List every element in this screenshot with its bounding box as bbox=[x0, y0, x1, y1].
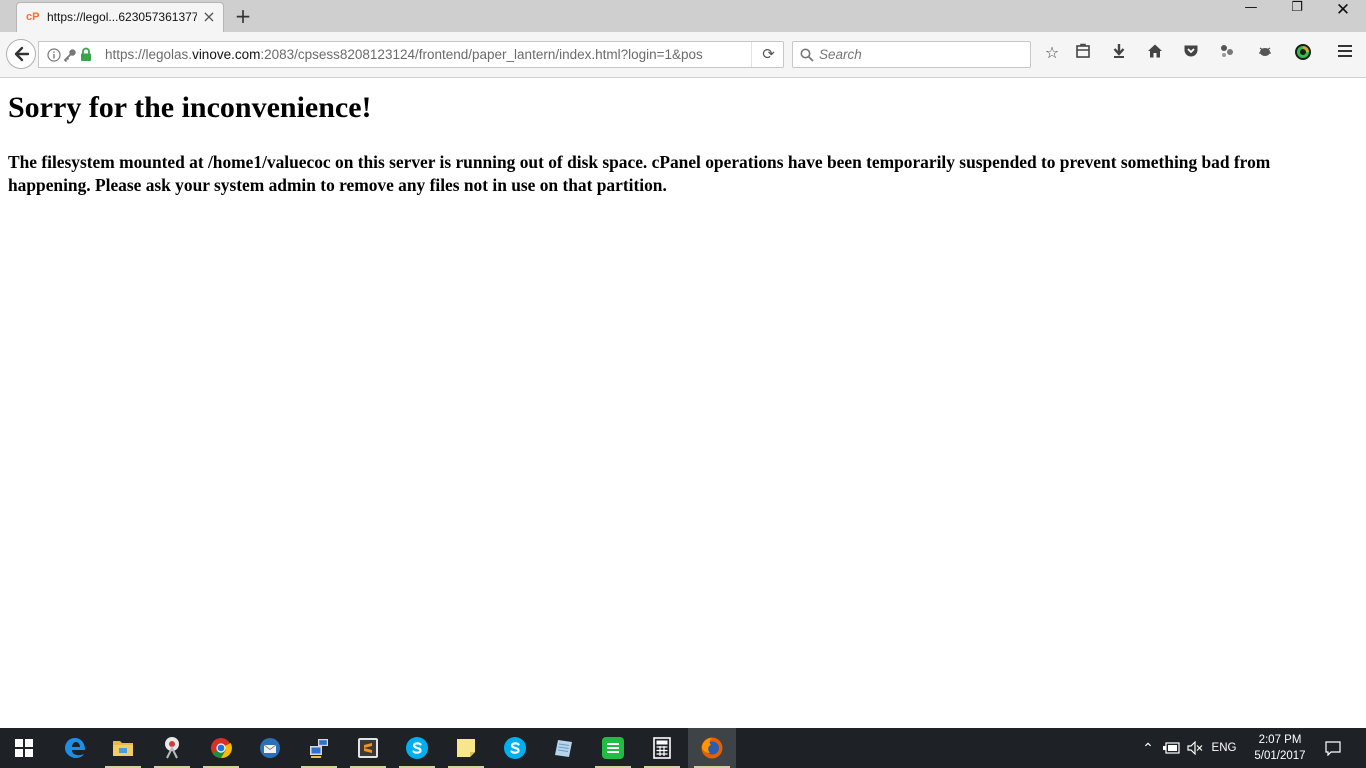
firefox-app-button[interactable] bbox=[688, 728, 736, 768]
skype-business-app-button[interactable] bbox=[491, 728, 539, 768]
edge-app-button[interactable] bbox=[51, 728, 99, 768]
search-placeholder: Search bbox=[819, 47, 862, 62]
sublime-text-app-button[interactable] bbox=[344, 728, 392, 768]
green-s-app-icon bbox=[602, 737, 624, 759]
back-arrow-icon bbox=[14, 46, 30, 62]
snipping-tool-app-button[interactable] bbox=[148, 728, 196, 768]
network-computer-icon bbox=[310, 739, 328, 758]
bookmarks-menu-icon[interactable] bbox=[1072, 43, 1094, 65]
skype-app-button[interactable] bbox=[393, 728, 441, 768]
windows-logo-icon bbox=[15, 739, 33, 757]
volume-muted-icon[interactable] bbox=[1184, 728, 1206, 768]
start-button[interactable] bbox=[0, 728, 48, 768]
back-button[interactable] bbox=[6, 39, 36, 69]
new-tab-button[interactable]: + bbox=[232, 4, 254, 28]
clock-date: 5/01/2017 bbox=[1254, 750, 1306, 762]
page-content: Sorry for the inconvenience! The filesys… bbox=[0, 79, 1366, 728]
pocket-icon[interactable] bbox=[1180, 43, 1202, 65]
downloads-icon[interactable] bbox=[1108, 43, 1130, 65]
clock-time: 2:07 PM bbox=[1258, 734, 1302, 746]
spreadsheet-app-button[interactable] bbox=[589, 728, 637, 768]
cpanel-favicon-icon: cP bbox=[26, 11, 40, 23]
show-hidden-icons-icon[interactable]: ⌃ bbox=[1137, 728, 1159, 768]
tray-battery-icon[interactable] bbox=[1159, 728, 1183, 768]
home-icon[interactable] bbox=[1144, 43, 1166, 65]
chrome-icon bbox=[211, 738, 232, 759]
scissors-icon bbox=[165, 737, 179, 759]
thunderbird-app-button[interactable] bbox=[246, 728, 294, 768]
page-heading: Sorry for the inconvenience! bbox=[8, 91, 372, 124]
action-center-icon[interactable] bbox=[1320, 728, 1346, 768]
sublime-text-icon bbox=[358, 738, 378, 758]
remote-desktop-app-button[interactable] bbox=[295, 728, 343, 768]
thunderbird-icon bbox=[260, 738, 280, 758]
file-explorer-app-button[interactable] bbox=[99, 728, 147, 768]
language-indicator[interactable]: ENG bbox=[1208, 728, 1240, 768]
reload-icon[interactable]: ⟳ bbox=[751, 42, 785, 67]
color-picker-extension-icon[interactable] bbox=[1292, 43, 1314, 65]
chrome-app-button[interactable] bbox=[197, 728, 245, 768]
extension-icon[interactable] bbox=[1216, 43, 1238, 65]
taskbar-clock[interactable]: 2:07 PM 5/01/2017 bbox=[1244, 732, 1316, 764]
edge-icon bbox=[65, 738, 85, 758]
tab-close-icon[interactable]: × bbox=[201, 8, 217, 26]
restore-button[interactable]: ❐ bbox=[1274, 0, 1320, 30]
search-bar[interactable]: Search bbox=[792, 41, 1031, 68]
tab-title: https://legol...623057361377 bbox=[47, 10, 197, 24]
firefox-icon bbox=[701, 737, 723, 759]
close-window-button[interactable]: ✕ bbox=[1320, 0, 1366, 30]
error-message: The filesystem mounted at /home1/valueco… bbox=[8, 152, 1271, 195]
key-icon[interactable] bbox=[63, 48, 77, 62]
lock-icon[interactable] bbox=[80, 47, 92, 62]
navigation-bar: https://legolas.vinove.com:2083/cpsess82… bbox=[0, 32, 1366, 78]
search-icon bbox=[800, 48, 814, 62]
firebug-icon[interactable] bbox=[1254, 43, 1276, 65]
skype-icon bbox=[406, 737, 428, 759]
hamburger-menu-icon[interactable] bbox=[1334, 43, 1356, 65]
browser-tab[interactable]: cP https://legol...623057361377 × bbox=[16, 2, 224, 32]
minimize-button[interactable]: — bbox=[1228, 0, 1274, 30]
url-bar[interactable]: https://legolas.vinove.com:2083/cpsess82… bbox=[38, 41, 784, 68]
bookmark-star-icon[interactable]: ☆ bbox=[1041, 43, 1063, 65]
tab-strip: cP https://legol...623057361377 × + — ❐ … bbox=[0, 0, 1366, 32]
calculator-app-button[interactable] bbox=[638, 728, 686, 768]
notepad-app-button[interactable] bbox=[540, 728, 588, 768]
taskbar: ⌃ ENG 2:07 PM 5/01/2017 bbox=[0, 728, 1366, 768]
sticky-note-icon bbox=[457, 739, 475, 757]
notepad-icon bbox=[555, 740, 572, 757]
calculator-icon bbox=[653, 737, 671, 759]
folder-icon bbox=[113, 741, 133, 756]
skype-icon bbox=[504, 737, 526, 759]
sticky-notes-app-button[interactable] bbox=[442, 728, 490, 768]
info-icon[interactable] bbox=[47, 48, 61, 62]
url-text: https://legolas.vinove.com:2083/cpsess82… bbox=[105, 47, 703, 62]
